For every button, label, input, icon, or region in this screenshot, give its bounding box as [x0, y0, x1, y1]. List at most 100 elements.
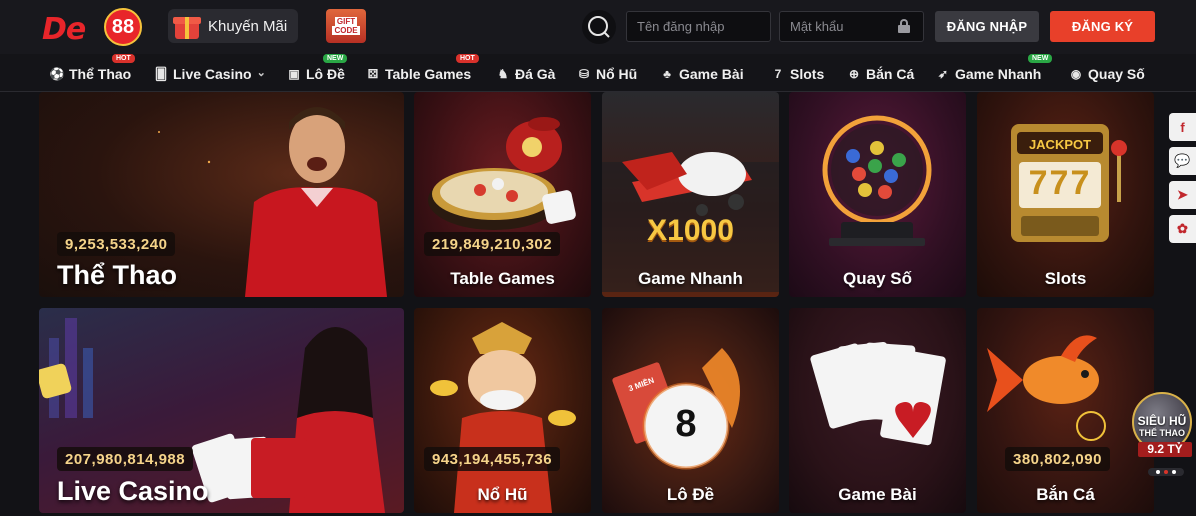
gift-box-icon [172, 11, 202, 41]
carousel-dots[interactable] [1148, 468, 1184, 476]
nav-label: Game Nhanh [955, 66, 1042, 82]
nav-label: Đá Gà [515, 66, 556, 82]
tile-title: Live Casino [57, 476, 209, 506]
tile-title: Game Bài [838, 485, 917, 504]
carousel-dot-active[interactable] [1164, 470, 1168, 474]
hot-badge: HOT [112, 54, 135, 63]
promotions-button[interactable]: Khuyến Mãi [168, 9, 298, 43]
dice-icon: ⚄ [367, 67, 379, 81]
nav-item-game-bai[interactable]: ♣ Game Bài [660, 64, 744, 84]
tile-title: Slots [1044, 269, 1087, 288]
promotions-label: Khuyến Mãi [208, 17, 288, 35]
nav-item-the-thao[interactable]: ⚽ Thể Thao HOT [49, 54, 135, 84]
tile-title: Nổ Hũ [477, 485, 528, 504]
username-input[interactable] [626, 11, 771, 42]
nav-item-game-nhanh[interactable]: ➶ Game Nhanh NEW [936, 54, 1053, 84]
nav-label: Live Casino [173, 66, 252, 82]
dice-plate-illustration [428, 117, 576, 230]
soccer-ball-icon: ⚽ [49, 67, 65, 81]
site-logo[interactable]: De 88 [42, 6, 144, 48]
crosshair-icon: ⊕ [848, 67, 860, 81]
gift-code-button[interactable]: GIFT CODE [326, 9, 366, 43]
rocket-icon: ➶ [937, 67, 949, 81]
nav-item-da-ga[interactable]: ♞ Đá Gà [496, 64, 556, 84]
register-button[interactable]: ĐĂNG KÝ [1050, 11, 1155, 42]
rooster-icon: ♞ [497, 67, 509, 81]
nav-label: Nổ Hũ [596, 66, 638, 82]
nav-item-live-casino[interactable]: 🂠 Live Casino ⌄ [154, 64, 266, 84]
nav-label: Game Bài [679, 66, 744, 82]
jar-icon: ⛁ [578, 67, 590, 81]
tile-no-hu[interactable]: 943,194,455,736 Nổ Hũ [414, 308, 591, 513]
nav-label: Lô Đề [306, 66, 345, 82]
top-bar: De 88 Khuyến Mãi GIFT CODE ĐĂNG NHẬP ĐĂN… [0, 0, 1196, 54]
carousel-dot[interactable] [1172, 470, 1176, 474]
jackpot-counter: 219,849,210,302 [424, 232, 561, 256]
ball-number: 8 [675, 403, 697, 445]
playing-cards-illustration [810, 341, 946, 446]
tile-game-nhanh[interactable]: X1000 Game Nhanh [602, 92, 779, 297]
cards-icon: 🂠 [154, 67, 168, 81]
tile-game-bai[interactable]: Game Bài [789, 308, 966, 513]
search-button[interactable] [582, 10, 616, 44]
login-button[interactable]: ĐĂNG NHẬP [935, 11, 1039, 42]
tile-title: Lô Đề [666, 485, 715, 504]
nav-label: Quay Số [1088, 66, 1145, 82]
more-button[interactable]: ✿ [1169, 215, 1196, 243]
jackpot-counter: 943,194,455,736 [424, 447, 561, 471]
nav-item-lo-de[interactable]: ▣ Lô Đề NEW [287, 54, 348, 84]
nav-item-slots[interactable]: 7 Slots [771, 64, 825, 84]
jackpot-counter: 207,980,814,988 [57, 447, 194, 471]
jackpot-counter: 9,253,533,240 [57, 232, 176, 256]
nav-item-ban-ca[interactable]: ⊕ Bắn Cá [847, 64, 914, 84]
club-icon: ♣ [663, 67, 671, 81]
slot-reels: 777 [1028, 164, 1092, 202]
nav-label: Slots [790, 66, 825, 82]
sieu-hu-subtitle: THỂ THAO [1139, 428, 1185, 438]
tile-live-casino[interactable]: 207,980,814,988 Live Casino [39, 308, 404, 513]
nav-label: Table Games [385, 66, 472, 82]
facebook-icon: f [1180, 119, 1185, 135]
tile-title: Table Games [450, 269, 555, 288]
facebook-button[interactable]: f [1169, 113, 1196, 141]
multiplier-text: X1000 [647, 214, 734, 247]
jackpot-sign: JACKPOT [1028, 137, 1092, 152]
telegram-icon: ➤ [1177, 187, 1188, 202]
search-icon [588, 16, 610, 38]
tile-lo-de[interactable]: 3 MIỀN 8 Lô Đề [602, 308, 779, 513]
sieu-hu-title: SIÊU HŨ [1137, 414, 1187, 428]
logo-text: De [42, 12, 86, 47]
gift-code-bottom: CODE [332, 26, 360, 35]
sieu-hu-widget[interactable]: SIÊU HŨ THỂ THAO 9.2 TỶ [1128, 392, 1196, 484]
logo-number: 88 [104, 8, 142, 46]
chevron-down-icon: ⌄ [256, 66, 266, 79]
tile-title: Game Nhanh [638, 269, 743, 288]
number-ball-icon: ◉ [1070, 67, 1082, 81]
chat-icon: 💬 [1174, 153, 1191, 168]
gift-code-top: GIFT [334, 17, 358, 26]
telegram-button[interactable]: ➤ [1169, 181, 1196, 209]
nav-item-quay-so[interactable]: ◉ Quay Số [1069, 64, 1145, 84]
tile-the-thao[interactable]: 9,253,533,240 Thể Thao [39, 92, 404, 297]
tile-slots[interactable]: JACKPOT 777 Slots [977, 92, 1154, 297]
tile-quay-so[interactable]: Quay Số [789, 92, 966, 297]
carousel-dot[interactable] [1156, 470, 1160, 474]
messenger-button[interactable]: 💬 [1169, 147, 1196, 175]
plane-illustration [602, 152, 779, 292]
nav-label: Thể Thao [69, 66, 132, 82]
god-of-wealth-illustration [430, 322, 576, 513]
lottery-icon: ▣ [288, 67, 300, 81]
nav-item-no-hu[interactable]: ⛁ Nổ Hũ [577, 64, 637, 84]
seven-icon: 7 [774, 67, 782, 81]
new-badge: NEW [323, 54, 348, 63]
flower-icon: ✿ [1177, 221, 1188, 236]
hot-badge: HOT [456, 54, 479, 63]
sieu-hu-value: 9.2 TỶ [1138, 442, 1192, 457]
tile-table-games[interactable]: 219,849,210,302 Table Games [414, 92, 591, 297]
nav-item-table-games[interactable]: ⚄ Table Games HOT [366, 54, 479, 84]
tile-title: Quay Số [843, 269, 912, 288]
nav-label: Bắn Cá [866, 66, 915, 82]
new-badge: NEW [1028, 54, 1053, 63]
jackpot-counter: 380,802,090 [1005, 447, 1110, 471]
lottery-drum-illustration [822, 115, 932, 246]
